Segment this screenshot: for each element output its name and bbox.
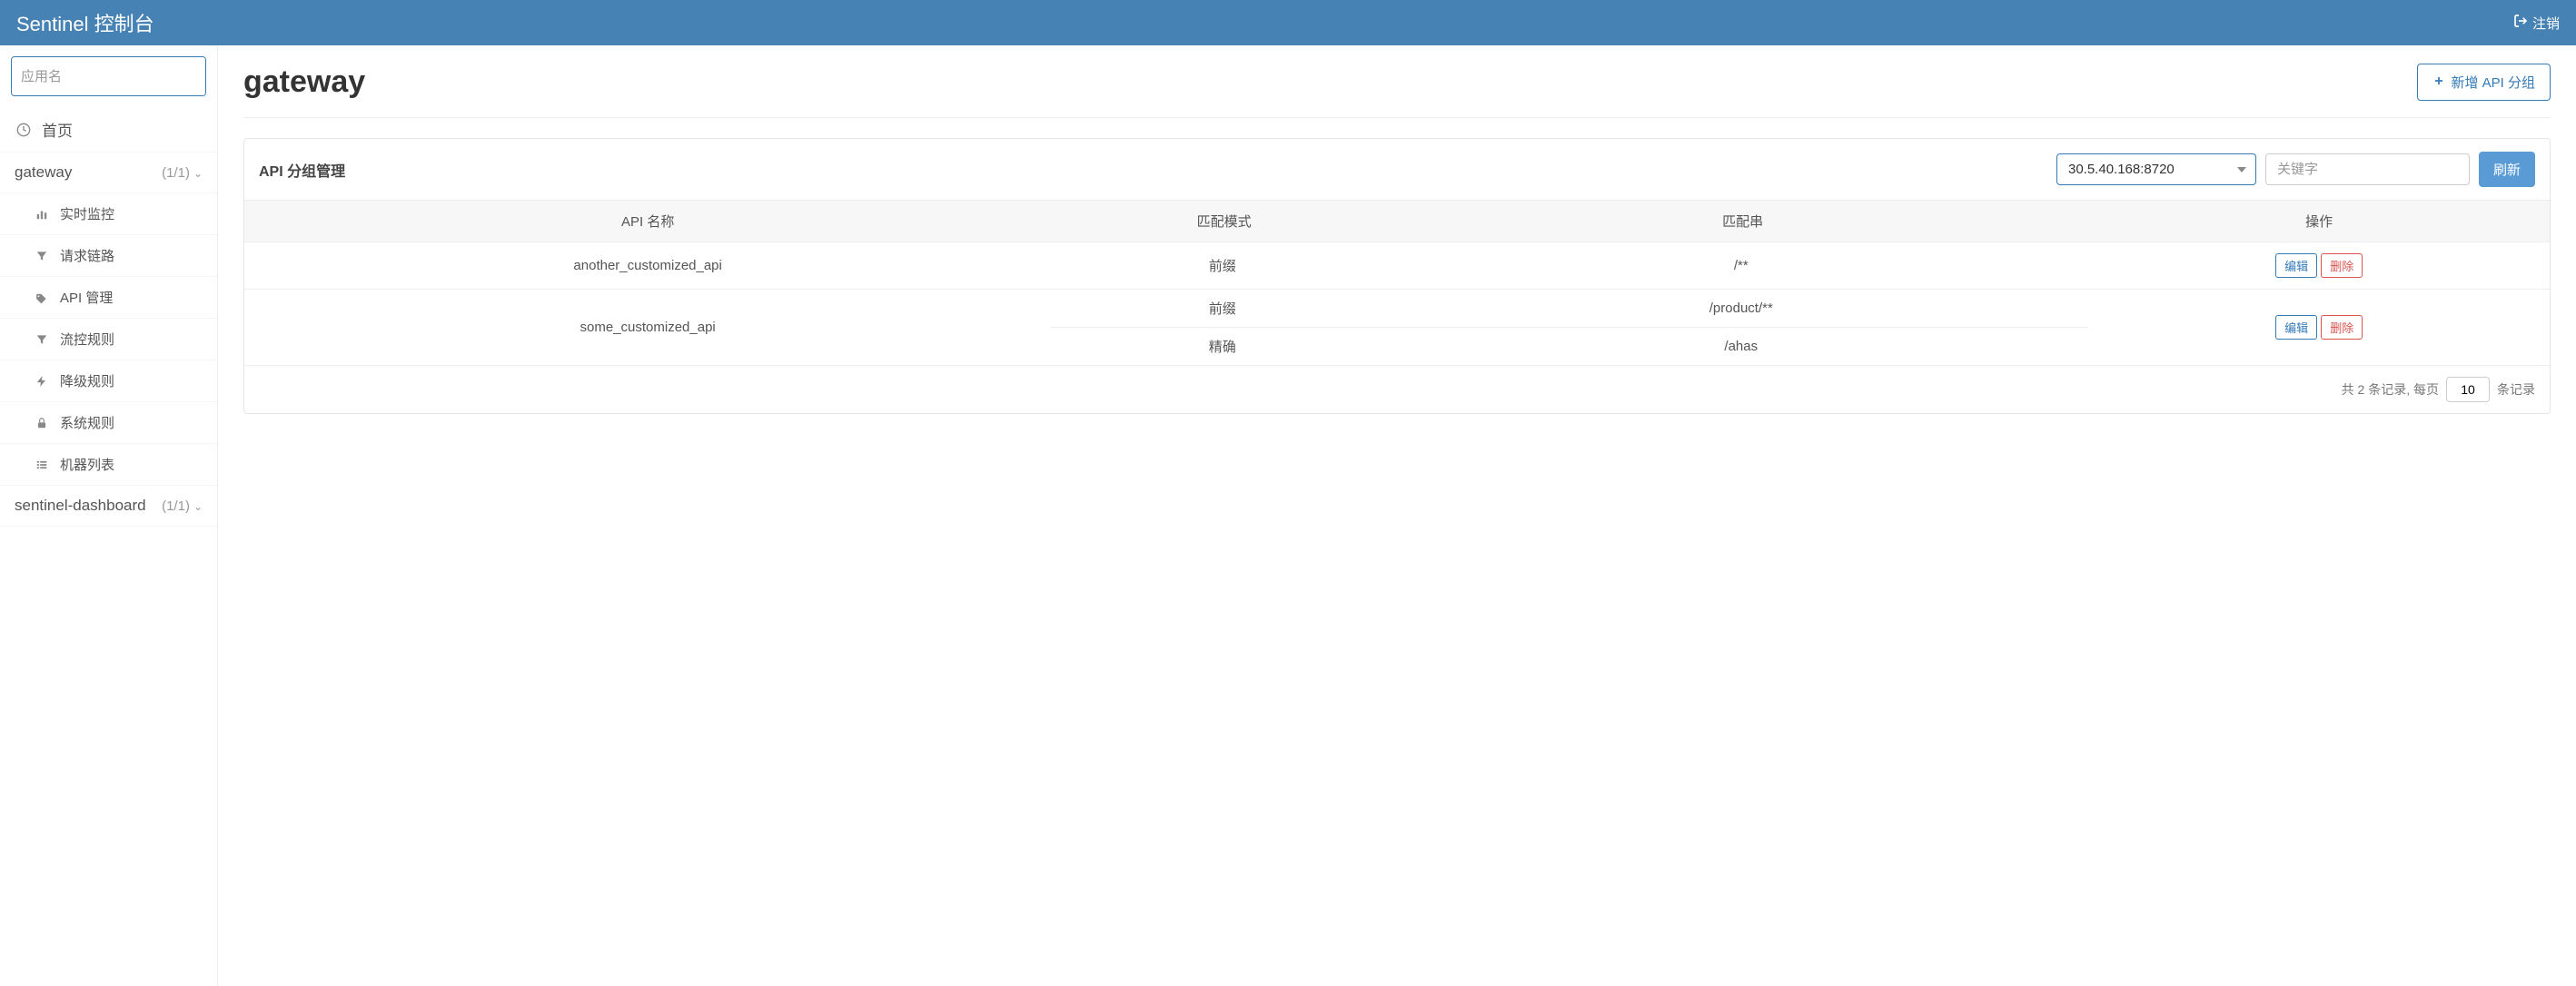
chevron-down-icon <box>2237 167 2246 173</box>
table-row: some_customized_api前缀/product/**精确/ahas编… <box>244 290 2550 366</box>
cell-mode: 精确 <box>1051 328 1393 366</box>
clock-icon <box>15 123 33 137</box>
sidebar: 搜索 首页 gateway (1/1)⌄ 实时监控请求链路API 管理流控规则降… <box>0 45 218 986</box>
topbar: Sentinel 控制台 注销 <box>0 0 2576 45</box>
edit-button[interactable]: 编辑 <box>2275 253 2317 278</box>
logout-button[interactable]: 注销 <box>2513 14 2560 33</box>
add-button-label: 新增 API 分组 <box>2451 73 2535 92</box>
sidebar-item-label: 实时监控 <box>60 204 114 223</box>
sidebar-item[interactable]: 请求链路 <box>0 235 217 277</box>
tags-icon <box>33 291 51 304</box>
main-content: gateway 新增 API 分组 API 分组管理 30.5.40.168:8… <box>218 45 2576 986</box>
edit-button[interactable]: 编辑 <box>2275 315 2317 340</box>
keyword-input[interactable] <box>2265 153 2470 185</box>
cell-mode: 前缀 <box>1051 290 1393 328</box>
bolt-icon <box>33 375 51 388</box>
sidebar-app-gateway[interactable]: gateway (1/1)⌄ <box>0 153 217 193</box>
sidebar-app-count: (1/1) <box>162 498 190 514</box>
filter-icon <box>33 250 51 262</box>
delete-button[interactable]: 删除 <box>2321 315 2363 340</box>
list-icon <box>33 458 51 471</box>
panel-footer: 共 2 条记录, 每页 条记录 <box>244 366 2550 413</box>
col-match-mode: 匹配模式 <box>1051 201 1397 242</box>
col-api-name: API 名称 <box>244 201 1051 242</box>
sidebar-app-sentinel-dashboard[interactable]: sentinel-dashboard (1/1)⌄ <box>0 486 217 527</box>
panel-title: API 分组管理 <box>259 159 345 181</box>
logout-label: 注销 <box>2532 14 2560 33</box>
app-title: Sentinel 控制台 <box>16 8 154 37</box>
sidebar-item[interactable]: 降级规则 <box>0 360 217 402</box>
cell-match: /product/** <box>1393 290 2088 328</box>
cell-actions: 编辑删除 <box>2088 290 2550 366</box>
footer-prefix: 共 2 条记录, 每页 <box>2342 380 2439 399</box>
sidebar-item-label: 首页 <box>42 118 73 141</box>
page-title: gateway <box>243 64 365 100</box>
sidebar-item[interactable]: 实时监控 <box>0 193 217 235</box>
plus-icon <box>2432 74 2445 91</box>
machine-select[interactable]: 30.5.40.168:8720 <box>2056 153 2256 185</box>
lock-icon <box>33 417 51 429</box>
sidebar-app-name: sentinel-dashboard <box>15 497 146 515</box>
sidebar-item[interactable]: 系统规则 <box>0 402 217 444</box>
app-search-input[interactable] <box>12 57 206 95</box>
cell-api-name: another_customized_api <box>244 242 1051 290</box>
app-search-group: 搜索 <box>11 56 206 96</box>
cell-match: /** <box>1393 247 2088 284</box>
sidebar-item-label: 请求链路 <box>60 246 114 265</box>
chevron-down-icon: ⌄ <box>193 500 203 513</box>
sidebar-item[interactable]: 流控规则 <box>0 319 217 360</box>
api-group-table: API 名称 匹配模式 匹配串 操作 another_customized_ap… <box>244 201 2550 366</box>
sidebar-item-label: 系统规则 <box>60 413 114 432</box>
sidebar-item-label: 机器列表 <box>60 455 114 474</box>
delete-button[interactable]: 删除 <box>2321 253 2363 278</box>
chevron-down-icon: ⌄ <box>193 167 203 180</box>
sidebar-item-label: 流控规则 <box>60 330 114 349</box>
cell-actions: 编辑删除 <box>2088 242 2550 290</box>
cell-mode: 前缀 <box>1051 247 1393 284</box>
machine-select-value: 30.5.40.168:8720 <box>2068 162 2175 177</box>
col-match-string: 匹配串 <box>1397 201 2088 242</box>
filter-icon <box>33 333 51 346</box>
refresh-button[interactable]: 刷新 <box>2479 152 2535 187</box>
sidebar-item-label: API 管理 <box>60 288 113 307</box>
footer-suffix: 条记录 <box>2497 380 2535 399</box>
page-size-input[interactable] <box>2446 377 2490 402</box>
sidebar-item-label: 降级规则 <box>60 371 114 390</box>
add-api-group-button[interactable]: 新增 API 分组 <box>2417 64 2551 101</box>
api-group-panel: API 分组管理 30.5.40.168:8720 刷新 API 名称 匹配模式… <box>243 138 2551 414</box>
col-actions: 操作 <box>2088 201 2550 242</box>
chart-icon <box>33 208 51 221</box>
sidebar-item[interactable]: API 管理 <box>0 277 217 319</box>
sidebar-app-count: (1/1) <box>162 165 190 181</box>
sidebar-item-home[interactable]: 首页 <box>0 107 217 153</box>
logout-icon <box>2513 14 2528 32</box>
sidebar-item[interactable]: 机器列表 <box>0 444 217 486</box>
cell-match: /ahas <box>1393 328 2088 366</box>
sidebar-app-name: gateway <box>15 163 72 182</box>
cell-api-name: some_customized_api <box>244 290 1051 366</box>
table-row: another_customized_api前缀/**编辑删除 <box>244 242 2550 290</box>
